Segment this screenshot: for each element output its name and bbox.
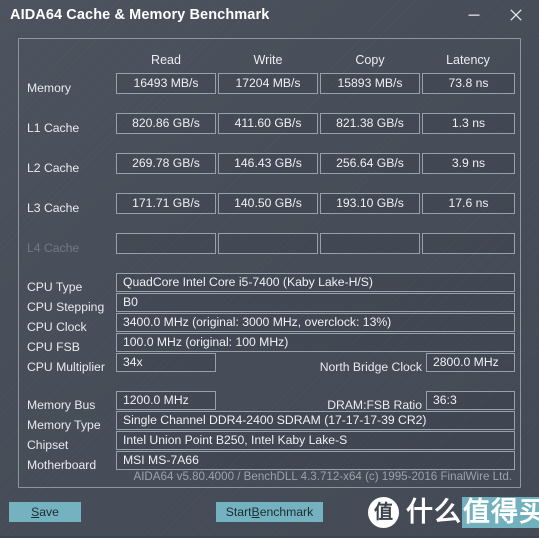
row-label-l1-cache: L1 Cache <box>27 121 80 135</box>
cell-memory-write: 17204 MB/s <box>218 73 318 94</box>
cell-l1-write: 411.60 GB/s <box>218 113 318 134</box>
start-label-prefix: Start <box>225 505 252 519</box>
cell-l3-latency: 17.6 ns <box>422 193 515 214</box>
cell-l1-latency: 1.3 ns <box>422 113 515 134</box>
cell-memory-latency: 73.8 ns <box>422 73 515 94</box>
start-label-rest: enchmark <box>259 505 314 519</box>
value-north-bridge-clock: 2800.0 MHz <box>426 353 515 372</box>
value-memory-bus: 1200.0 MHz <box>116 391 216 410</box>
cell-l3-read: 171.71 GB/s <box>116 193 216 214</box>
column-header-latency: Latency <box>446 53 490 67</box>
save-button[interactable]: Save <box>9 502 81 522</box>
cell-l3-write: 140.50 GB/s <box>218 193 318 214</box>
cell-l1-read: 820.86 GB/s <box>116 113 216 134</box>
value-memory-type: Single Channel DDR4-2400 SDRAM (17-17-17… <box>116 411 515 430</box>
cell-l3-copy: 193.10 GB/s <box>320 193 420 214</box>
label-north-bridge-clock: North Bridge Clock <box>319 360 422 374</box>
label-motherboard: Motherboard <box>27 458 97 472</box>
cell-l4-read <box>116 233 216 254</box>
value-motherboard: MSI MS-7A66 <box>116 451 515 470</box>
close-icon <box>510 9 522 21</box>
label-cpu-multiplier: CPU Multiplier <box>27 360 105 374</box>
cell-l2-latency: 3.9 ns <box>422 153 515 174</box>
column-header-read: Read <box>151 53 181 67</box>
cell-l4-copy <box>320 233 420 254</box>
cell-l2-copy: 256.64 GB/s <box>320 153 420 174</box>
value-dram-fsb-ratio: 36:3 <box>426 391 515 410</box>
label-cpu-stepping: CPU Stepping <box>27 300 105 314</box>
watermark-text-highlight: 值得买 <box>462 496 539 528</box>
label-cpu-type: CPU Type <box>27 280 83 294</box>
column-header-write: Write <box>253 53 283 67</box>
column-header-copy: Copy <box>355 53 385 67</box>
cell-memory-read: 16493 MB/s <box>116 73 216 94</box>
value-cpu-stepping: B0 <box>116 293 515 312</box>
label-memory-type: Memory Type <box>27 418 101 432</box>
version-text: AIDA64 v5.80.4000 / BenchDLL 4.3.712-x64… <box>133 470 512 483</box>
save-accel-char: S <box>31 505 40 519</box>
value-cpu-type: QuadCore Intel Core i5-7400 (Kaby Lake-H… <box>116 273 515 292</box>
smzdm-watermark-text: 什么值得买 <box>406 496 539 528</box>
row-label-l2-cache: L2 Cache <box>27 161 80 175</box>
aida64-window: AIDA64 Cache & Memory Benchmark Read Wri… <box>0 0 539 538</box>
value-chipset: Intel Union Point B250, Intel Kaby Lake-… <box>116 431 515 450</box>
value-cpu-clock: 3400.0 MHz (original: 3000 MHz, overcloc… <box>116 313 515 332</box>
smzdm-logo-icon: 值 <box>368 496 399 528</box>
cell-l4-write <box>218 233 318 254</box>
close-button[interactable] <box>497 0 535 30</box>
cell-l4-latency <box>422 233 515 254</box>
minimize-icon <box>468 14 480 16</box>
value-cpu-multiplier: 34x <box>116 353 216 372</box>
title-bar: AIDA64 Cache & Memory Benchmark <box>0 0 539 33</box>
window-title: AIDA64 Cache & Memory Benchmark <box>10 7 270 23</box>
minimize-button[interactable] <box>455 0 493 30</box>
row-label-l4-cache: L4 Cache <box>27 241 80 255</box>
watermark-text-plain: 什么 <box>406 496 462 528</box>
cell-l2-read: 269.78 GB/s <box>116 153 216 174</box>
row-label-memory: Memory <box>27 81 72 95</box>
label-chipset: Chipset <box>27 438 69 452</box>
cell-memory-copy: 15893 MB/s <box>320 73 420 94</box>
row-label-l3-cache: L3 Cache <box>27 201 80 215</box>
benchmark-panel: Read Write Copy Latency Memory 16493 MB/… <box>18 38 521 488</box>
value-cpu-fsb: 100.0 MHz (original: 100 MHz) <box>116 333 515 352</box>
cell-l2-write: 146.43 GB/s <box>218 153 318 174</box>
save-label-rest: ave <box>39 505 59 519</box>
start-benchmark-button[interactable]: Start Benchmark <box>216 502 323 522</box>
label-cpu-clock: CPU Clock <box>27 320 87 334</box>
label-memory-bus: Memory Bus <box>27 398 96 412</box>
label-cpu-fsb: CPU FSB <box>27 340 80 354</box>
label-dram-fsb-ratio: DRAM:FSB Ratio <box>327 398 422 412</box>
cell-l1-copy: 821.38 GB/s <box>320 113 420 134</box>
smzdm-watermark: 值 什么值得买 <box>368 494 539 530</box>
start-accel-char: B <box>251 505 260 519</box>
